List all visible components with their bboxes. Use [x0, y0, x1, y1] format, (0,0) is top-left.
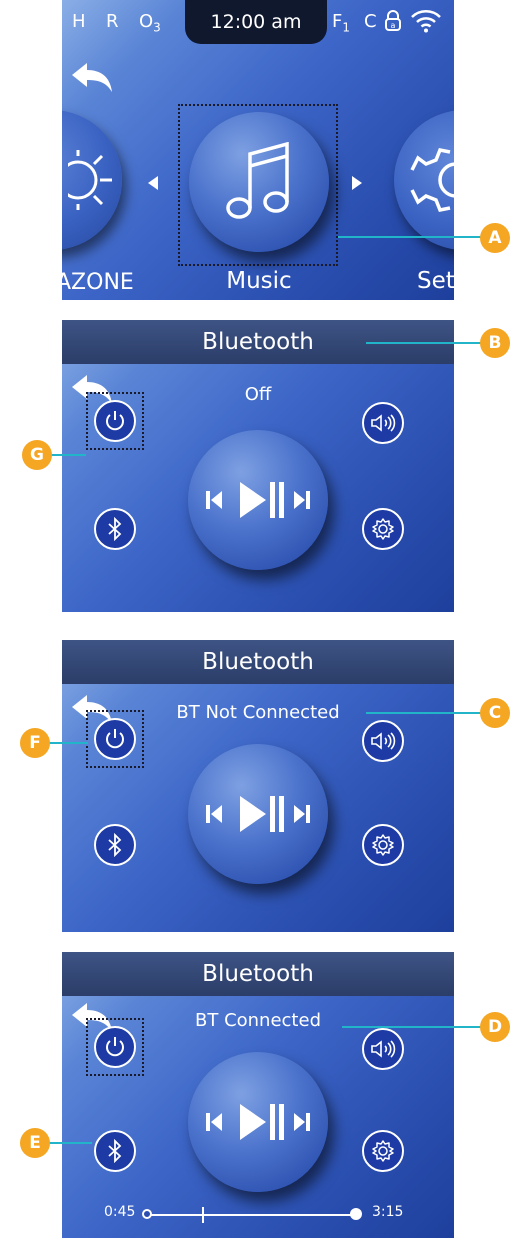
- music-note-icon: [226, 142, 289, 219]
- callout-e-badge: E: [20, 1128, 50, 1158]
- speaker-icon: [371, 1040, 396, 1058]
- total-time: 3:15: [372, 1204, 404, 1220]
- gear-icon: [372, 1140, 394, 1162]
- gear-icon: [410, 147, 454, 213]
- power-icon: [106, 729, 124, 749]
- gear-icon: [372, 518, 394, 540]
- lock-icon: a: [384, 10, 402, 37]
- ozone-indicator: O3: [139, 11, 161, 35]
- settings-button[interactable]: [362, 1130, 404, 1172]
- play-pause-icon[interactable]: [240, 1104, 284, 1140]
- carousel-next-arrow[interactable]: [352, 176, 362, 190]
- wifi-icon: [410, 8, 442, 39]
- svg-text:a: a: [391, 21, 396, 30]
- power-icon: [106, 411, 124, 431]
- volume-button[interactable]: [362, 402, 404, 444]
- bluetooth-button[interactable]: [94, 508, 136, 550]
- previous-track-icon[interactable]: [206, 1113, 222, 1131]
- playback-controls: [188, 1052, 328, 1192]
- carousel-label-right: Set: [417, 268, 454, 294]
- power-button[interactable]: [94, 400, 136, 442]
- carousel-label-center: Music: [226, 268, 292, 294]
- play-pause-icon[interactable]: [240, 482, 284, 518]
- next-track-icon[interactable]: [294, 805, 310, 823]
- progress-start-knob: [142, 1209, 152, 1219]
- gear-icon: [372, 834, 394, 856]
- settings-button[interactable]: [362, 508, 404, 550]
- bluetooth-button[interactable]: [94, 824, 136, 866]
- settings-tile[interactable]: [394, 110, 454, 250]
- callout-c-badge: C: [480, 698, 510, 728]
- callout-a-badge: A: [480, 223, 510, 253]
- bluetooth-icon: [108, 517, 122, 541]
- callout-a-line: [338, 236, 488, 238]
- sun-icon: [68, 150, 112, 210]
- bluetooth-icon: [108, 833, 122, 857]
- carousel-prev-arrow[interactable]: [148, 176, 158, 190]
- previous-track-icon[interactable]: [206, 491, 222, 509]
- speaker-icon: [371, 732, 396, 750]
- settings-button[interactable]: [362, 824, 404, 866]
- heater-indicator: H: [72, 11, 86, 32]
- bluetooth-screen-connected: Bluetooth BT Connected 0:45 3:15: [62, 952, 454, 1238]
- screen-title: Bluetooth: [62, 952, 454, 996]
- progress-track[interactable]: [148, 1214, 354, 1216]
- status-bar: H R O3 12:00 am F1 C a: [62, 0, 454, 44]
- bluetooth-screen-not-connected: Bluetooth BT Not Connected: [62, 640, 454, 932]
- bluetooth-button[interactable]: [94, 1130, 136, 1172]
- back-arrow-icon[interactable]: [70, 60, 114, 94]
- next-track-icon[interactable]: [294, 491, 310, 509]
- recirc-indicator: R: [106, 11, 119, 32]
- callout-d-badge: D: [480, 1012, 510, 1042]
- callout-c-line: [366, 712, 486, 714]
- music-tile[interactable]: [189, 112, 329, 252]
- callout-g-line: [48, 454, 86, 456]
- progress-tick: [202, 1207, 204, 1223]
- bluetooth-screen-off: Bluetooth Off: [62, 320, 454, 612]
- home-screen: H R O3 12:00 am F1 C a AZONE Music Set: [62, 0, 454, 300]
- playback-controls: [188, 430, 328, 570]
- carousel-label-left: AZONE: [62, 270, 134, 295]
- callout-f-line: [46, 742, 88, 744]
- bluetooth-icon: [108, 1139, 122, 1163]
- volume-button[interactable]: [362, 1028, 404, 1070]
- clock: 12:00 am: [185, 0, 327, 44]
- power-button[interactable]: [94, 1026, 136, 1068]
- previous-track-icon[interactable]: [206, 805, 222, 823]
- next-track-icon[interactable]: [294, 1113, 310, 1131]
- callout-e-line: [46, 1142, 92, 1144]
- screen-title: Bluetooth: [62, 640, 454, 684]
- speaker-icon: [371, 414, 396, 432]
- callout-f-badge: F: [20, 728, 50, 758]
- play-pause-icon[interactable]: [240, 796, 284, 832]
- cleanup-indicator: C: [364, 11, 377, 32]
- power-icon: [106, 1037, 124, 1057]
- callout-b-badge: B: [480, 328, 510, 358]
- callout-d-line: [342, 1026, 486, 1028]
- power-button[interactable]: [94, 718, 136, 760]
- ozone-tile[interactable]: [62, 110, 122, 250]
- volume-button[interactable]: [362, 720, 404, 762]
- filter-indicator: F1: [332, 11, 350, 35]
- callout-b-line: [366, 342, 486, 344]
- progress-end-knob[interactable]: [350, 1208, 362, 1220]
- callout-g-badge: G: [22, 440, 52, 470]
- elapsed-time: 0:45: [104, 1204, 136, 1220]
- playback-controls: [188, 744, 328, 884]
